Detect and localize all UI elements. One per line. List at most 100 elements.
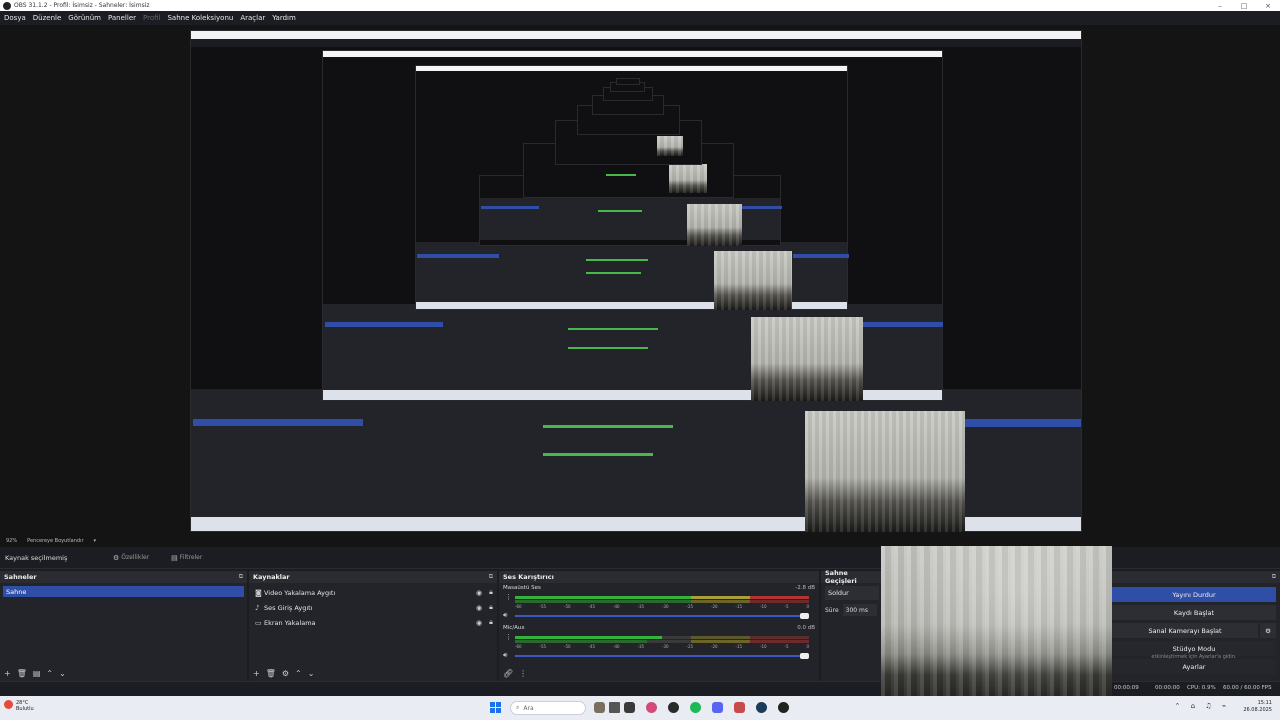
minimize-button[interactable]: – <box>1208 2 1232 10</box>
close-button[interactable]: × <box>1256 2 1280 10</box>
undock-icon[interactable]: ⧉ <box>239 573 243 581</box>
menu-profil[interactable]: Profil <box>143 14 160 22</box>
source-row[interactable]: ♪ Ses Giriş Aygıtı ◉ 🔒︎ <box>249 600 497 615</box>
transition-select[interactable]: Soldur <box>825 586 879 600</box>
cpu-usage: CPU: 0.9% <box>1187 685 1216 691</box>
eye-icon[interactable]: ◉ <box>473 619 485 627</box>
file-explorer-icon[interactable] <box>624 702 635 713</box>
monitor-icon: ▭ <box>255 618 262 627</box>
stream-time: 00:00:09 <box>1114 685 1139 691</box>
taskbar-clock[interactable]: 15:11 26.08.2025 <box>1243 700 1272 714</box>
taskbar-search[interactable]: ⌕ Ara <box>510 701 586 715</box>
scene-item[interactable]: Sahne <box>3 586 244 597</box>
opera-icon[interactable] <box>646 702 657 713</box>
menu-dots-icon[interactable]: ⋮ <box>519 669 527 678</box>
mixer-channel: Mic/Aux 0.0 dB ⋮ -60 -55 -50 -45 -40 -35 -30 -2… <box>499 623 819 663</box>
weather-icon[interactable] <box>4 700 13 709</box>
filters-label: Filtreler <box>179 554 203 561</box>
lock-icon[interactable]: 🔒︎ <box>485 618 497 627</box>
scenes-footer: + 🗑 ▤ ⌃ ⌄ <box>0 665 247 681</box>
speaker-icon[interactable]: 🔊︎ <box>503 611 507 620</box>
undock-icon[interactable]: ⧉ <box>1272 573 1276 581</box>
menu-dots-icon[interactable]: ⋮ <box>505 633 512 641</box>
chevron-down-icon[interactable]: ⌄ <box>59 669 66 678</box>
menu-sahne-koleksiyonu[interactable]: Sahne Koleksiyonu <box>167 14 233 22</box>
system-tray[interactable]: ⌃ ⌂ ♫ ⌁ <box>1175 702 1230 710</box>
trash-icon[interactable]: 🗑 <box>17 669 27 678</box>
filter-icon[interactable]: ▤ <box>33 669 41 678</box>
menu-araclar[interactable]: Araçlar <box>240 14 265 22</box>
transition-duration: Süre 300 ms <box>825 604 879 616</box>
start-recording-button[interactable]: Kaydı Başlat <box>1112 605 1276 620</box>
webcam-overlay <box>881 546 1112 720</box>
volume-slider[interactable] <box>515 613 809 619</box>
windows-start-icon[interactable] <box>490 702 501 713</box>
nested-capture-11 <box>616 78 640 85</box>
speaker-icon[interactable]: 🔊︎ <box>503 651 507 660</box>
whatsapp-icon[interactable] <box>668 702 679 713</box>
menu-gorunum[interactable]: Görünüm <box>68 14 101 22</box>
properties-button[interactable]: ⚙ Özellikler <box>113 554 149 562</box>
volume-slider[interactable] <box>515 653 809 659</box>
scenes-dock: Sahneler ⧉ Sahne + 🗑 ▤ ⌃ ⌄ <box>0 571 247 681</box>
preview-canvas[interactable] <box>0 25 1280 535</box>
transitions-header: Sahne Geçişleri <box>821 569 883 585</box>
menu-dosya[interactable]: Dosya <box>4 14 26 22</box>
fps-readout: 60.00 / 60.00 FPS <box>1223 685 1272 691</box>
steam-icon[interactable] <box>756 702 767 713</box>
add-icon[interactable]: + <box>4 669 11 678</box>
stop-stream-button[interactable]: Yayını Durdur <box>1112 587 1276 602</box>
source-row[interactable]: ▭ Ekran Yakalama ◉ 🔒︎ <box>249 615 497 630</box>
filters-button[interactable]: ▤ Filtreler <box>171 554 202 562</box>
settings-button[interactable]: Ayarlar <box>1112 659 1276 674</box>
mixer-title: Ses Karıştırıcı <box>503 573 554 581</box>
maximize-button[interactable]: □ <box>1232 2 1256 10</box>
volume-knob[interactable] <box>800 613 809 619</box>
zoom-level[interactable]: 92% <box>6 538 17 544</box>
source-name: Ses Giriş Aygıtı <box>264 603 313 612</box>
chevron-down-icon[interactable]: ▾ <box>94 538 97 544</box>
chevron-up-icon[interactable]: ⌃ <box>46 669 53 678</box>
widgets-icon[interactable] <box>594 702 605 713</box>
link-icon[interactable]: 🔗︎ <box>503 669 513 678</box>
mixer-channel: Masaüstü Ses -2.8 dB ⋮ -60 -55 -50 -45 -40 -3… <box>499 583 819 623</box>
meter-ticks: -60 -55 -50 -45 -40 -35 -30 -25 -20 -15 -10 -5 0 <box>515 604 809 609</box>
source-row[interactable]: ◙ Video Yakalama Aygıtı ◉ 🔒︎ <box>249 585 497 600</box>
weather-widget[interactable]: 28°C Bulutlu <box>16 700 34 712</box>
menu-yardim[interactable]: Yardım <box>272 14 296 22</box>
menu-dots-icon[interactable]: ⋮ <box>505 593 512 601</box>
search-icon: ⌕ <box>516 704 520 711</box>
transitions-dock: Sahne Geçişleri Soldur Süre 300 ms <box>821 569 883 681</box>
record-time: 00:00:00 <box>1155 685 1180 691</box>
transitions-title: Sahne Geçişleri <box>825 569 857 585</box>
spotify-icon[interactable] <box>690 702 701 713</box>
chevron-down-icon[interactable]: ⌄ <box>308 669 315 678</box>
add-icon[interactable]: + <box>253 669 260 678</box>
mixer-header: Ses Karıştırıcı <box>499 571 819 583</box>
task-view-icon[interactable] <box>609 702 620 713</box>
eye-icon[interactable]: ◉ <box>473 604 485 612</box>
lock-icon[interactable]: 🔒︎ <box>485 588 497 597</box>
menu-duzenle[interactable]: Düzenle <box>33 14 62 22</box>
undock-icon[interactable]: ⧉ <box>489 573 493 581</box>
volume-knob[interactable] <box>800 653 809 659</box>
virtual-camera-settings-button[interactable]: ⚙ <box>1260 623 1276 638</box>
menu-paneller[interactable]: Paneller <box>108 14 136 22</box>
discord-icon[interactable] <box>712 702 723 713</box>
window-controls: – □ × <box>1208 2 1280 10</box>
properties-label: Özellikler <box>121 554 150 561</box>
obs-taskbar-icon[interactable] <box>778 702 789 713</box>
virtual-camera-button[interactable]: Sanal Kamerayı Başlat <box>1112 623 1258 638</box>
duration-input[interactable]: 300 ms <box>842 604 877 616</box>
clock-time: 15:11 <box>1257 700 1272 706</box>
chevron-up-icon[interactable]: ⌃ <box>295 669 302 678</box>
window-title: OBS 31.1.2 - Profil: İsimsiz - Sahneler:… <box>14 2 150 9</box>
eye-icon[interactable]: ◉ <box>473 589 485 597</box>
audio-mixer-dock: Ses Karıştırıcı Masaüstü Ses -2.8 dB ⋮ -… <box>499 571 819 681</box>
gear-icon[interactable]: ⚙ <box>282 669 289 678</box>
zoom-mode[interactable]: Pencereye Boyutlandır <box>27 538 83 544</box>
app-icon[interactable] <box>734 702 745 713</box>
trash-icon[interactable]: 🗑 <box>266 669 276 678</box>
meter-ticks: -60 -55 -50 -45 -40 -35 -30 -25 -20 -15 -10 -5 0 <box>515 644 809 649</box>
lock-icon[interactable]: 🔒︎ <box>485 603 497 612</box>
